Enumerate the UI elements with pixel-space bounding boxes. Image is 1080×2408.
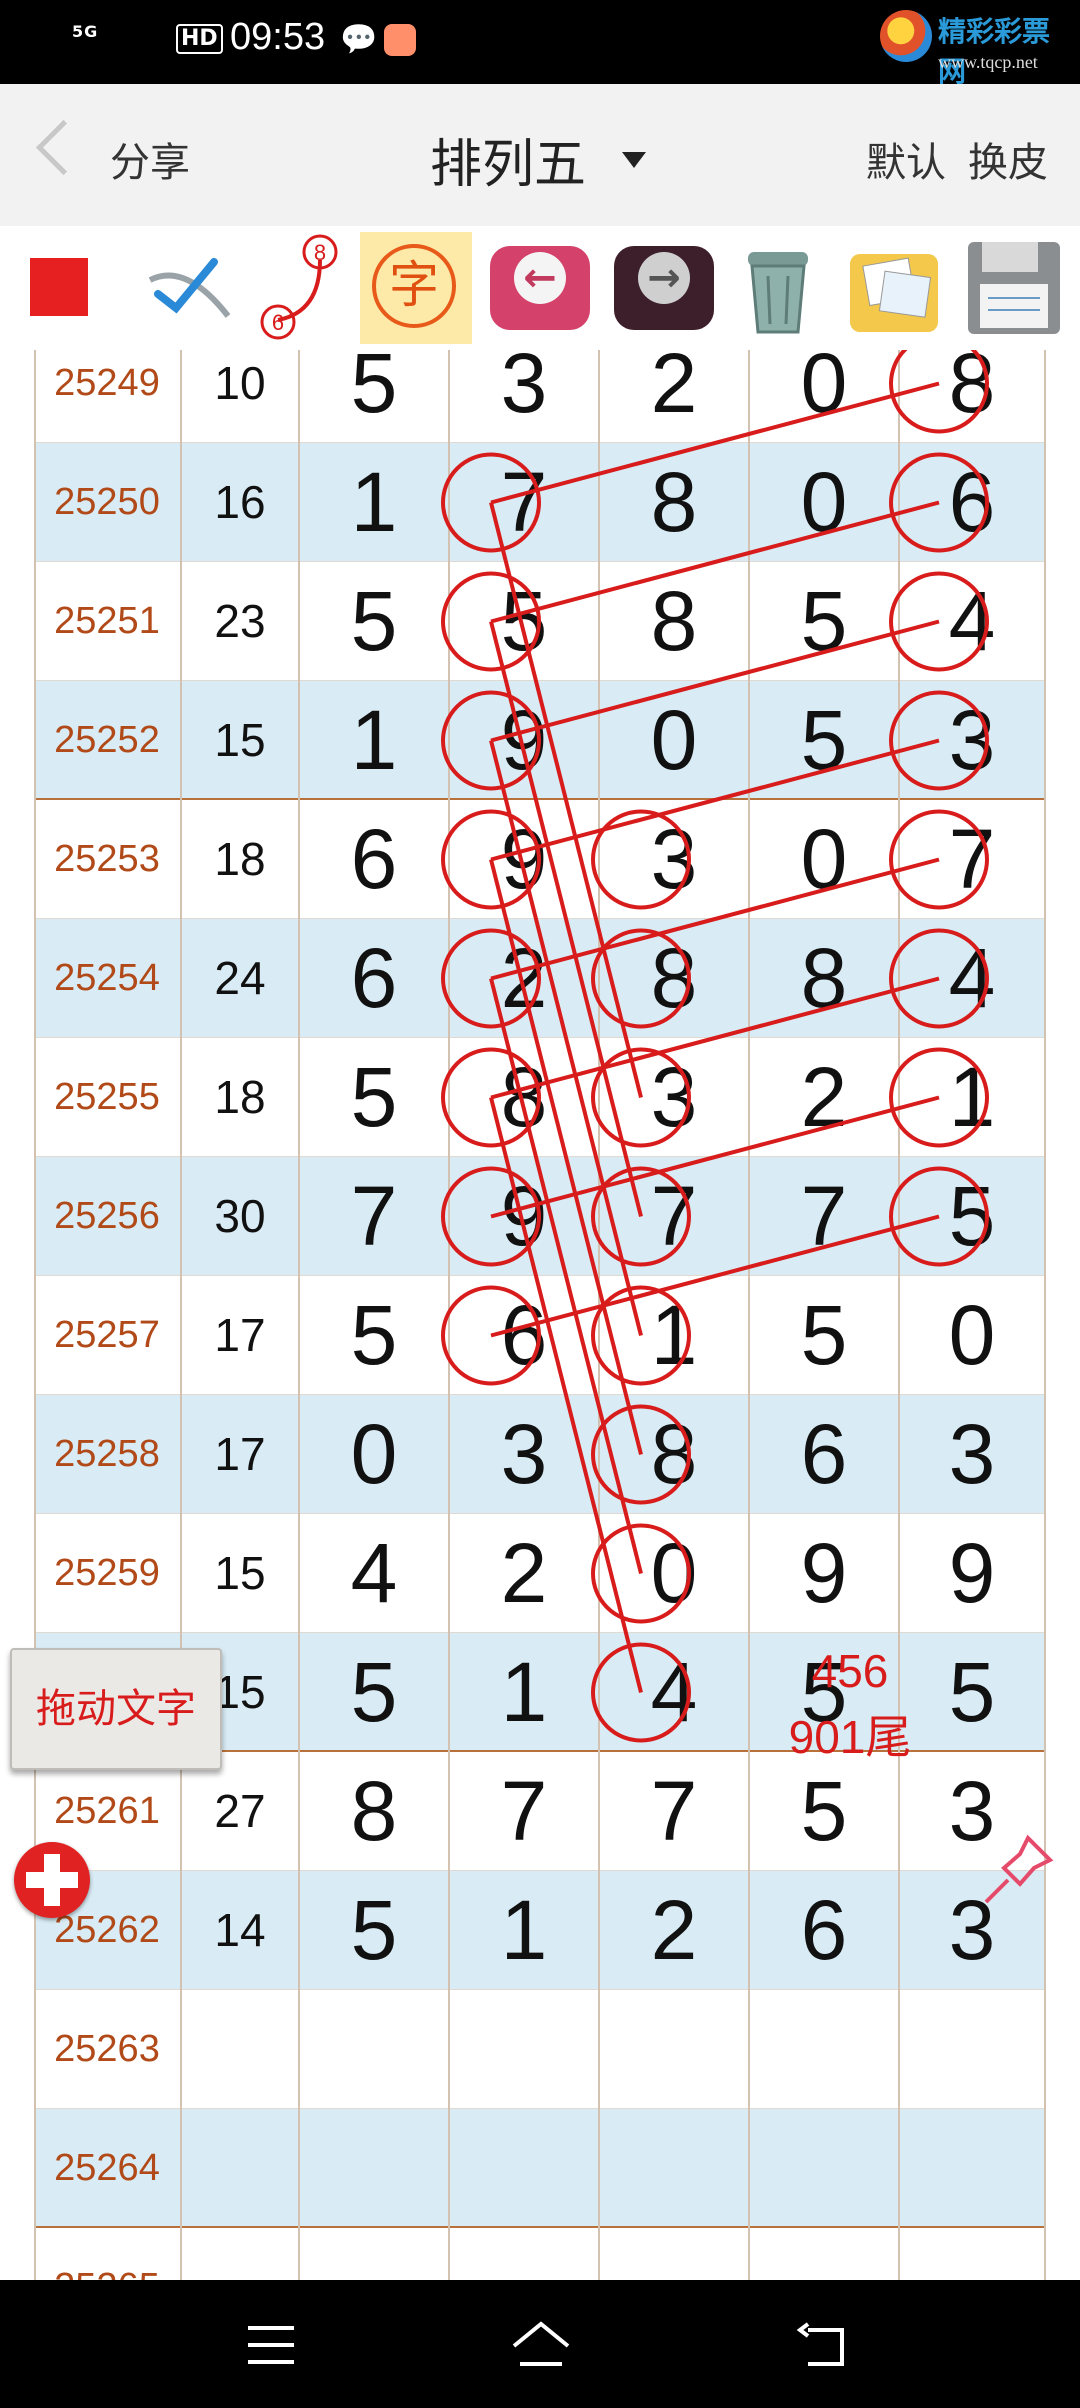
chat-icon: 💬: [340, 22, 378, 57]
back-arrow-icon: ←: [514, 252, 566, 304]
connector-line: [490, 738, 940, 862]
connector-line: [490, 1095, 940, 1219]
signal-icon: 5G: [72, 22, 99, 41]
circle-mark: [591, 928, 691, 1029]
add-circle-icon[interactable]: [14, 1842, 90, 1918]
forward-arrow-button[interactable]: →: [608, 232, 720, 344]
caret-down-icon[interactable]: [622, 152, 646, 168]
toolbar: 8 6 字 ← →: [0, 226, 1080, 350]
back-icon[interactable]: [790, 2310, 860, 2380]
menu-icon[interactable]: [236, 2310, 306, 2380]
skin-button[interactable]: 换皮: [968, 130, 1048, 188]
drawing-overlay: [441, 350, 989, 1743]
photos-icon[interactable]: [838, 232, 950, 344]
default-button[interactable]: 默认: [866, 130, 946, 188]
watermark-title: 精彩彩票网: [938, 16, 1051, 87]
watermark-url: www.tqcp.net: [938, 52, 1038, 72]
connector-line: [489, 1097, 643, 1693]
status-bar: 5G HD 09:53 💬 精彩彩票网 www.tqcp.net: [0, 0, 1080, 87]
connector-line: [490, 976, 940, 1100]
connector-line: [490, 381, 940, 505]
nav-bar: 分享 排列五 默认 换皮: [0, 84, 1080, 226]
pin-icon[interactable]: [978, 1830, 1058, 1910]
line-tool-start-number: 6: [272, 310, 284, 335]
app-icon: [384, 24, 416, 56]
trash-icon[interactable]: [722, 232, 834, 344]
connector-line: [489, 502, 643, 1098]
page-title[interactable]: 排列五: [430, 122, 586, 197]
connector-line: [489, 621, 643, 1217]
note-line-2: 901尾: [788, 1711, 912, 1763]
connector-line: [489, 978, 643, 1574]
connector-line: [489, 740, 643, 1336]
connector-line: [490, 1214, 940, 1338]
bottom-nav-bar: [0, 2280, 1080, 2408]
status-time: 09:53: [230, 16, 326, 58]
chart-table[interactable]: 25249 10 5 3 2 0 8 25250 16 1 7 8 0 6 25251 23 5 5 8 5 4 2525…: [0, 350, 1080, 2280]
text-tool-button[interactable]: 字: [360, 232, 472, 344]
watermark-logo-icon: [880, 10, 932, 62]
save-disk-icon[interactable]: [958, 232, 1070, 344]
home-icon[interactable]: [506, 2310, 576, 2380]
watermark: 精彩彩票网 www.tqcp.net: [880, 8, 1070, 87]
back-arrow-button[interactable]: ←: [484, 232, 596, 344]
hd-voice-icon: HD: [176, 24, 223, 54]
connector-line: [490, 500, 940, 624]
eraser-icon[interactable]: [136, 232, 248, 344]
connector-line: [490, 619, 940, 743]
text-tool-icon: 字: [372, 244, 456, 328]
color-picker-button[interactable]: [30, 258, 88, 316]
circle-mark: [591, 809, 691, 910]
line-tool-icon[interactable]: 8 6: [250, 232, 362, 344]
note-text[interactable]: 456 901尾: [770, 1638, 930, 1770]
forward-arrow-icon: →: [638, 252, 690, 304]
connector-line: [489, 859, 643, 1455]
note-line-1: 456: [811, 1645, 889, 1697]
line-tool-end-number: 8: [314, 240, 326, 265]
share-button[interactable]: 分享: [110, 130, 190, 188]
drag-text-button[interactable]: 拖动文字: [10, 1648, 222, 1770]
chevron-left-icon[interactable]: [35, 119, 92, 176]
connector-line: [490, 857, 940, 981]
